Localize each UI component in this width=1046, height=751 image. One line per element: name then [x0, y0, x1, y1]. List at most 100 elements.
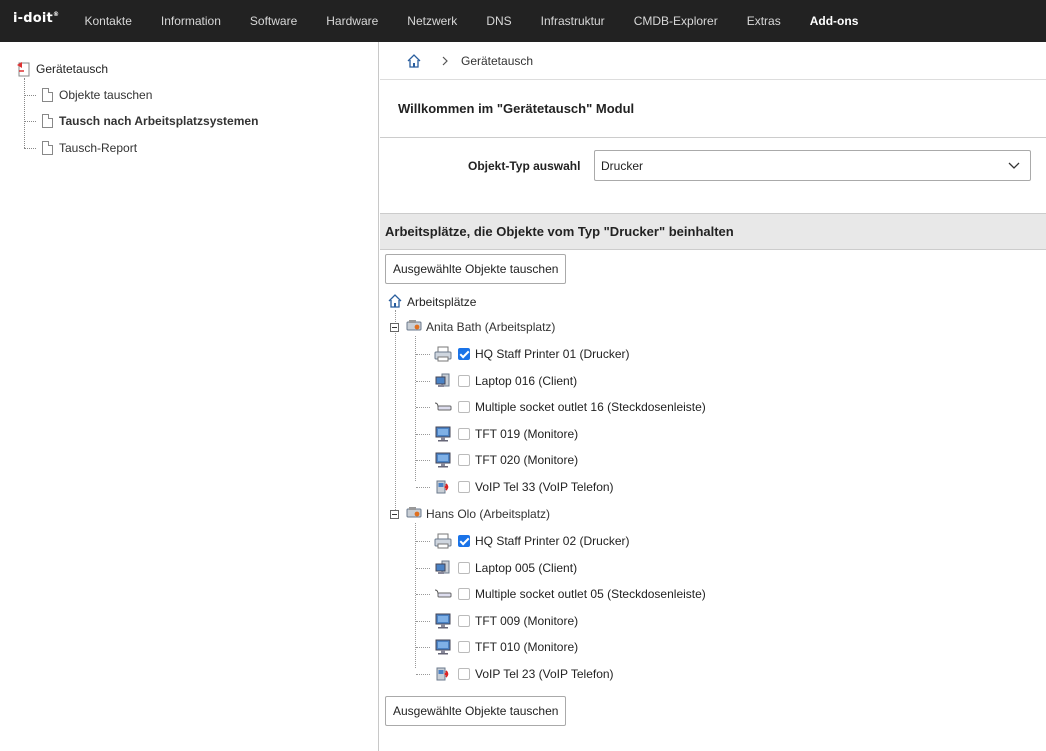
client-icon — [433, 373, 453, 389]
nav-software[interactable]: Software — [235, 14, 311, 28]
tree-line — [416, 434, 430, 435]
file-icon — [42, 141, 53, 155]
sidebar-item-label: Tausch nach Arbeitsplatzsystemen — [59, 114, 259, 128]
tree-item[interactable]: TFT 009 (Monitore) — [433, 612, 578, 630]
tree-item[interactable]: HQ Staff Printer 01 (Drucker) — [433, 345, 630, 363]
client-icon — [433, 560, 453, 576]
workplace-label: Anita Bath (Arbeitsplatz) — [426, 320, 556, 334]
page-title: Willkommen im "Gerätetausch" Modul — [398, 101, 635, 116]
sidebar-root-geraetetausch[interactable]: Gerätetausch — [17, 61, 108, 77]
nav-extras[interactable]: Extras — [732, 14, 795, 28]
sidebar-item-label: Tausch-Report — [59, 141, 138, 155]
tree-item[interactable]: TFT 010 (Monitore) — [433, 638, 578, 656]
home-icon — [388, 293, 402, 311]
item-checkbox[interactable] — [458, 668, 470, 680]
tree-line — [416, 541, 430, 542]
tree-item-label: TFT 019 (Monitore) — [475, 427, 579, 441]
object-type-row: Objekt-Typ auswahl Drucker — [380, 138, 1046, 213]
nav-add-ons[interactable]: Add-ons — [795, 14, 873, 28]
printer-icon — [433, 346, 453, 362]
workplace-node[interactable]: Hans Olo (Arbeitsplatz) — [390, 505, 550, 523]
workplace-icon — [406, 506, 422, 523]
nav-kontakte[interactable]: Kontakte — [70, 14, 146, 28]
item-checkbox[interactable] — [458, 615, 470, 627]
monitor-icon — [433, 613, 453, 629]
swap-selected-button-bottom[interactable]: Ausgewählte Objekte tauschen — [385, 696, 567, 726]
swap-module-icon — [17, 62, 30, 77]
tree-line — [416, 407, 430, 408]
tree-item-label: TFT 020 (Monitore) — [475, 453, 579, 467]
tree-line — [416, 621, 430, 622]
tree-line — [416, 674, 430, 675]
collapse-toggle-icon[interactable] — [390, 509, 399, 519]
monitor-icon — [433, 426, 453, 442]
item-checkbox[interactable] — [458, 535, 470, 547]
item-checkbox[interactable] — [458, 481, 470, 493]
top-navigation-bar: i-doit® Kontakte Information Software Ha… — [0, 0, 1046, 42]
sidebar-item-tausch-nach-arbeitsplatzsystemen[interactable]: Tausch nach Arbeitsplatzsystemen — [24, 112, 258, 130]
item-checkbox[interactable] — [458, 401, 470, 413]
item-checkbox[interactable] — [458, 428, 470, 440]
tree-item-label: Multiple socket outlet 16 (Steckdosenlei… — [475, 400, 706, 414]
item-checkbox[interactable] — [458, 375, 470, 387]
sidebar-item-label: Objekte tauschen — [59, 88, 153, 102]
item-checkbox[interactable] — [458, 454, 470, 466]
tree-item[interactable]: Laptop 016 (Client) — [433, 372, 577, 390]
sidebar-item-tausch-report[interactable]: Tausch-Report — [24, 139, 137, 157]
monitor-icon — [433, 452, 453, 468]
tree-line — [416, 487, 430, 488]
section-title: Arbeitsplätze, die Objekte vom Typ "Druc… — [385, 224, 734, 239]
tree-item[interactable]: Multiple socket outlet 05 (Steckdosenlei… — [433, 585, 706, 603]
tree-line — [416, 647, 430, 648]
nav-hardware[interactable]: Hardware — [312, 14, 393, 28]
tree-item[interactable]: Laptop 005 (Client) — [433, 559, 577, 577]
nav-cmdb-explorer[interactable]: CMDB-Explorer — [619, 14, 732, 28]
object-type-select[interactable]: Drucker — [594, 150, 1031, 181]
sidebar-root-label: Gerätetausch — [36, 62, 109, 76]
tree-item[interactable]: HQ Staff Printer 02 (Drucker) — [433, 532, 630, 550]
tree-item[interactable]: TFT 020 (Monitore) — [433, 451, 578, 469]
tree-item-label: TFT 010 (Monitore) — [475, 640, 579, 654]
sidebar-item-objekte-tauschen[interactable]: Objekte tauschen — [24, 86, 152, 104]
object-type-value: Drucker — [601, 158, 644, 173]
tree-item-label: Laptop 005 (Client) — [475, 561, 578, 575]
tree-item-label: HQ Staff Printer 01 (Drucker) — [475, 347, 630, 361]
breadcrumb-current[interactable]: Gerätetausch — [461, 54, 533, 68]
item-checkbox[interactable] — [458, 562, 470, 574]
file-icon — [42, 114, 53, 128]
tree-item-label: VoIP Tel 33 (VoIP Telefon) — [475, 480, 614, 494]
nav-information[interactable]: Information — [146, 14, 235, 28]
item-checkbox[interactable] — [458, 641, 470, 653]
collapse-toggle-icon[interactable] — [390, 322, 399, 332]
chevron-right-icon — [442, 56, 448, 65]
tree-item[interactable]: VoIP Tel 33 (VoIP Telefon) — [433, 478, 614, 496]
tree-item[interactable]: Multiple socket outlet 16 (Steckdosenlei… — [433, 398, 706, 416]
section-header: Arbeitsplätze, die Objekte vom Typ "Druc… — [380, 213, 1046, 250]
power-strip-icon — [433, 401, 453, 413]
tree-item-label: Laptop 016 (Client) — [475, 374, 578, 388]
tree-item-label: VoIP Tel 23 (VoIP Telefon) — [475, 667, 614, 681]
item-checkbox[interactable] — [458, 588, 470, 600]
main-menu: Kontakte Information Software Hardware N… — [70, 0, 873, 42]
tree-item-label: Multiple socket outlet 05 (Steckdosenlei… — [475, 587, 706, 601]
tree-item[interactable]: TFT 019 (Monitore) — [433, 425, 578, 443]
tree-line — [416, 460, 430, 461]
tree-item[interactable]: VoIP Tel 23 (VoIP Telefon) — [433, 665, 614, 683]
swap-selected-button-top[interactable]: Ausgewählte Objekte tauschen — [385, 254, 567, 284]
idoit-logo[interactable]: i-doit® — [13, 11, 59, 26]
power-strip-icon — [433, 588, 453, 600]
item-checkbox[interactable] — [458, 348, 470, 360]
nav-netzwerk[interactable]: Netzwerk — [393, 14, 472, 28]
nav-dns[interactable]: DNS — [472, 14, 526, 28]
workplace-node[interactable]: Anita Bath (Arbeitsplatz) — [390, 318, 555, 336]
workplace-icon — [406, 319, 422, 336]
tree-root-arbeitsplaetze[interactable]: Arbeitsplätze — [388, 293, 476, 311]
file-icon — [42, 88, 53, 102]
tree-line — [395, 310, 396, 514]
monitor-icon — [433, 639, 453, 655]
nav-infrastruktur[interactable]: Infrastruktur — [526, 14, 619, 28]
voip-phone-icon — [433, 479, 453, 495]
chevron-down-icon — [1008, 162, 1020, 169]
home-icon[interactable] — [407, 53, 421, 68]
welcome-header: Willkommen im "Gerätetausch" Modul — [380, 80, 1046, 138]
